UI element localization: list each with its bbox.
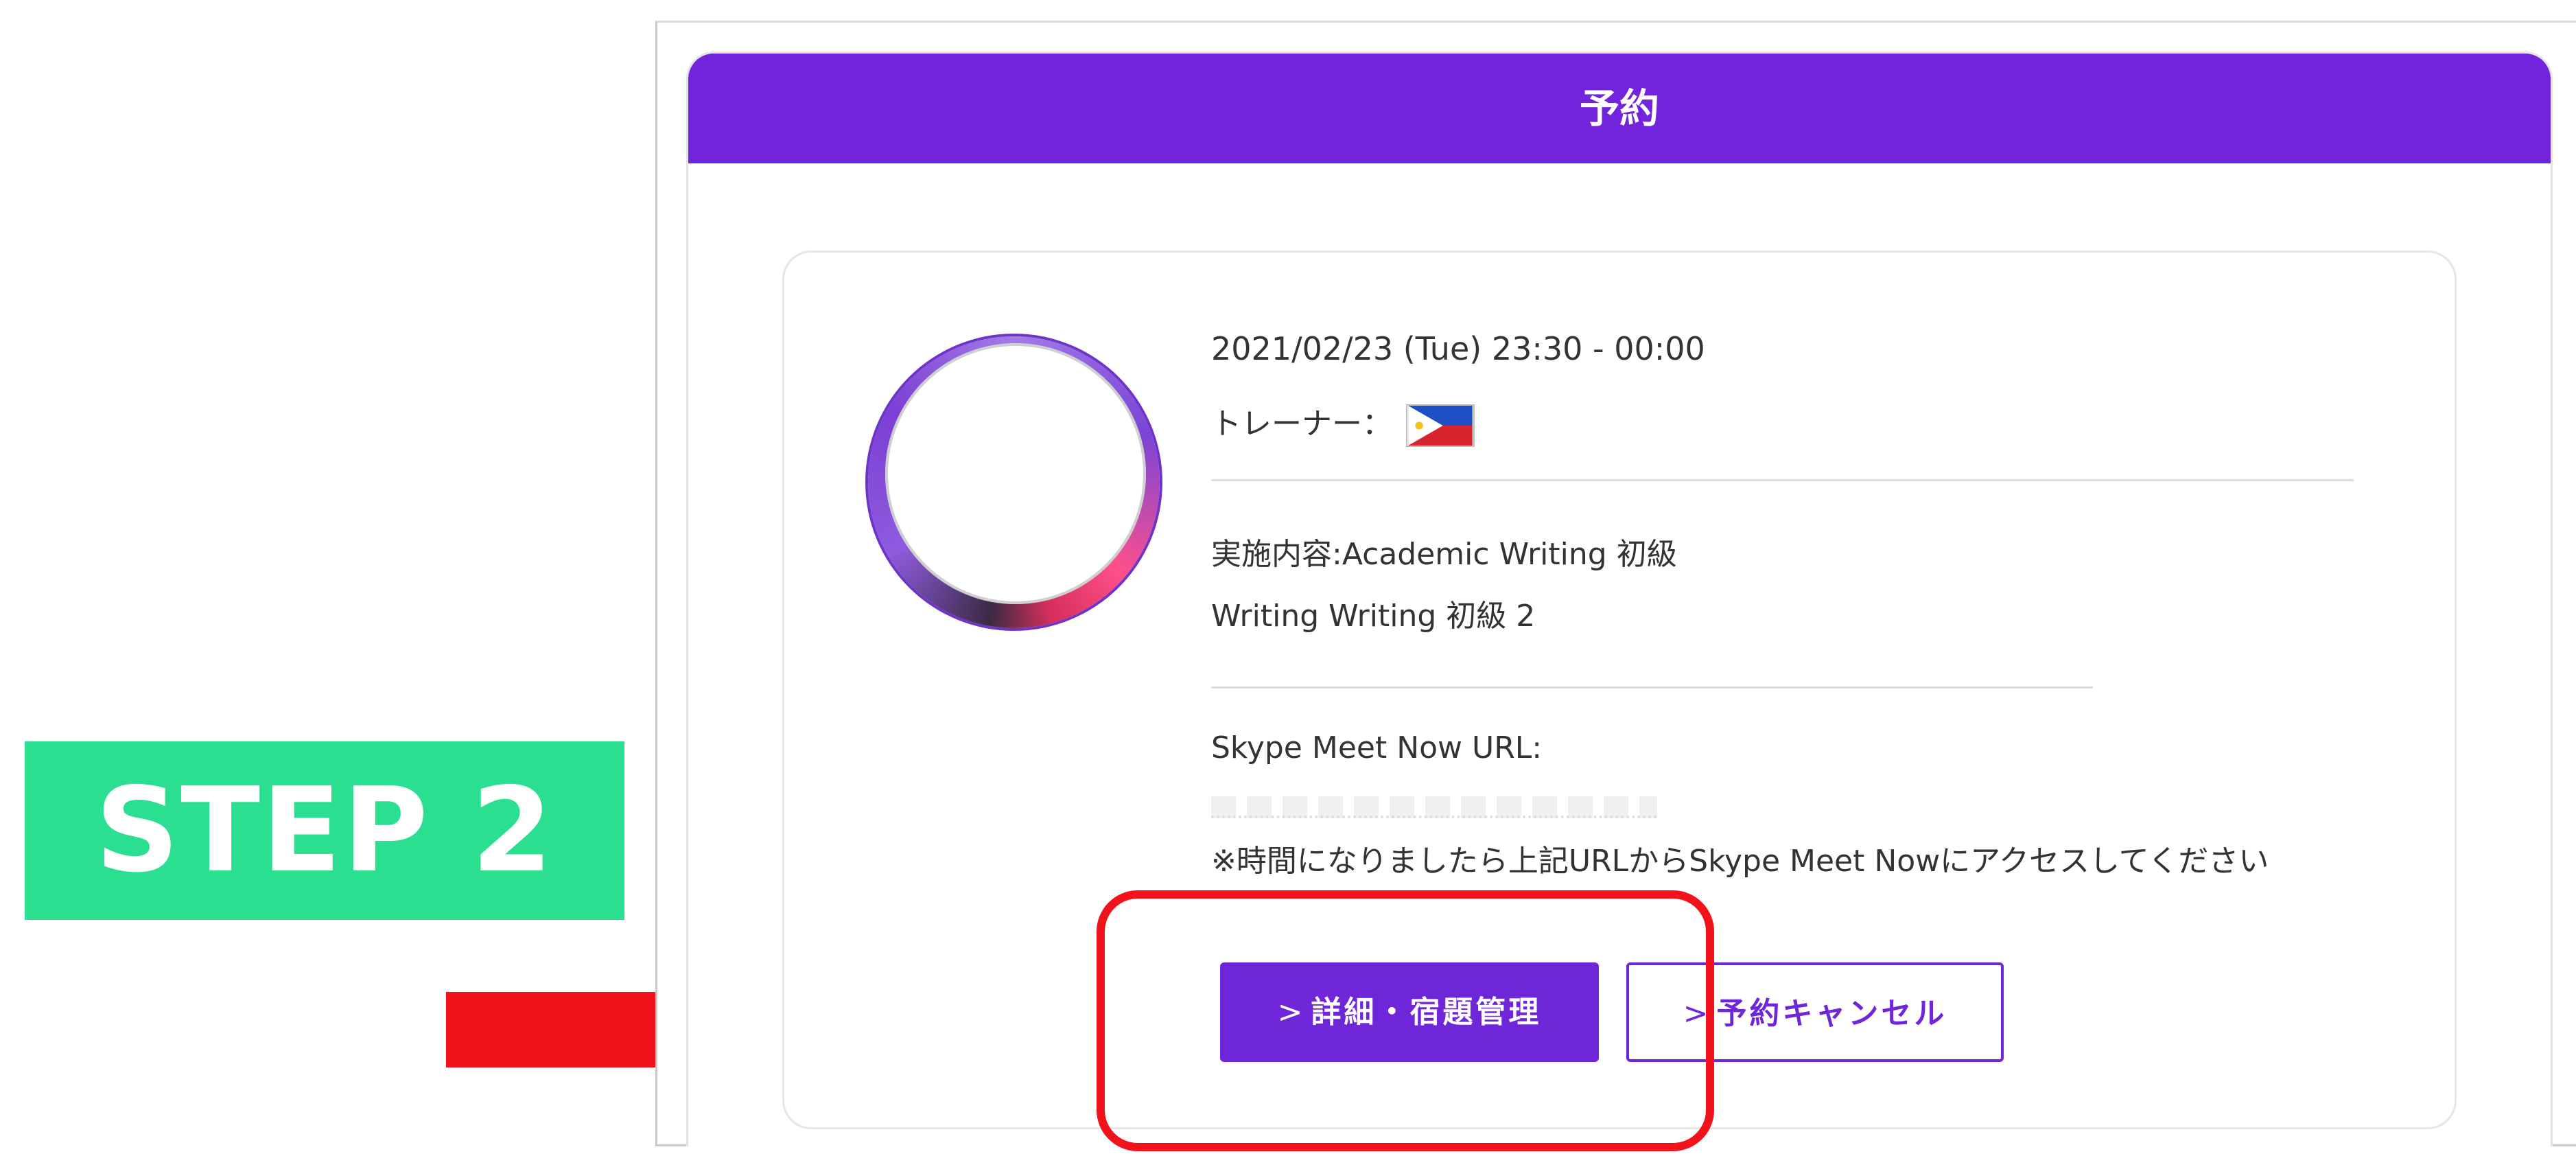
- reservation-datetime: 2021/02/23 (Tue) 23:30 - 00:00: [1211, 330, 1705, 367]
- lesson-course: Writing Writing 初級 2: [1211, 599, 1536, 634]
- divider: [1211, 479, 2354, 481]
- skype-url-link[interactable]: [1211, 796, 1657, 818]
- screenshot-stage: STEP 2 予約 2021/02/23 (Tue) 23:30 - 00:00…: [0, 0, 2576, 1167]
- highlight-box: [1097, 890, 1714, 1151]
- avatar: [885, 343, 1146, 604]
- trainer-row: トレーナー：: [1211, 404, 1475, 447]
- trainer-label: トレーナー：: [1211, 406, 1392, 441]
- skype-url-label: Skype Meet Now URL:: [1211, 730, 1543, 765]
- lesson-content: 実施内容:Academic Writing 初級: [1211, 537, 1677, 572]
- divider: [1211, 686, 2093, 689]
- access-note: ※時間になりましたら上記URLからSkype Meet Nowにアクセスしてくだ…: [1211, 844, 2269, 879]
- step-badge: STEP 2: [25, 741, 624, 920]
- philippines-flag-icon: [1406, 404, 1475, 447]
- cancel-reservation-label: 予約キャンセル: [1716, 996, 1947, 1031]
- panel-title: 予約: [688, 54, 2551, 163]
